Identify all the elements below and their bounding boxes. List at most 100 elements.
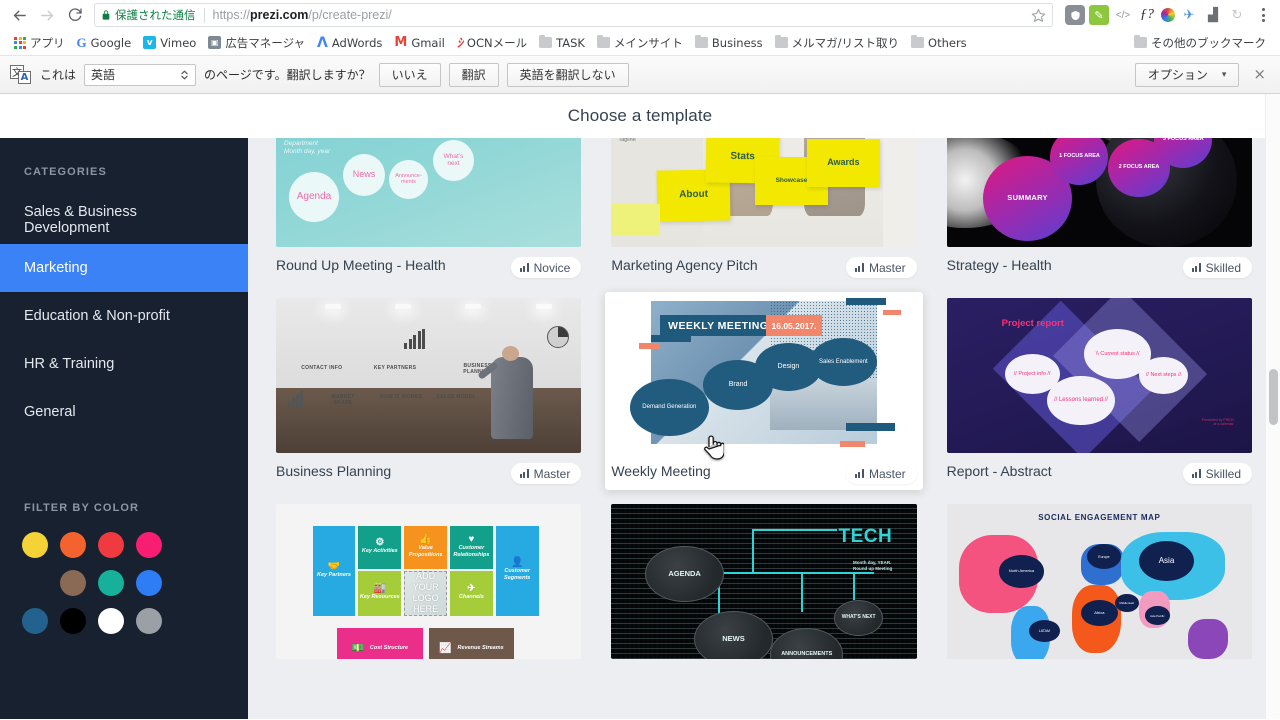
template-level-badge: Skilled: [1182, 257, 1252, 278]
tech-connector-vertical-3: [800, 572, 803, 613]
sidebar-item-hr-training[interactable]: HR & Training: [0, 340, 248, 388]
swatch-red[interactable]: [98, 532, 124, 558]
template-card-footer: Business Planning Master: [276, 453, 582, 484]
swatch-blue[interactable]: [136, 570, 162, 596]
thumb-circle-sales-enablement: Sales Enablement: [809, 338, 877, 387]
thumb-note-awards: Awards: [806, 138, 880, 187]
back-button[interactable]: [6, 2, 32, 28]
swatch-darkblue[interactable]: [22, 608, 48, 634]
bookmark-adwords[interactable]: Λ AdWords: [311, 32, 388, 54]
bookmark-folder-business[interactable]: Business: [689, 32, 769, 54]
translate-close-button[interactable]: ×: [1249, 67, 1270, 82]
template-card-strategy-health[interactable]: STRATEGY PLANNING Company DATE SUMMARY 1…: [946, 138, 1252, 278]
code-extension-icon[interactable]: </>: [1113, 5, 1133, 25]
wall-scribble-how-it-works: HOW IT WORKS: [380, 394, 423, 401]
template-card-round-up-meeting-health[interactable]: HEALTHCARE Weekly/Monthly Roundup Meetin…: [276, 138, 582, 278]
ceiling-light-icon: [395, 304, 412, 309]
bookmark-folder-others[interactable]: Others: [905, 32, 973, 54]
map-pin-asia-pacific: Asia Pacific: [1145, 606, 1170, 625]
template-card-social-engagement-map[interactable]: SOCIAL ENGAGEMENT MAP North America LATA…: [946, 504, 1252, 659]
colorpicker-extension-icon[interactable]: [1161, 8, 1175, 22]
swatch-orange[interactable]: [60, 532, 86, 558]
bookmark-apps[interactable]: アプリ: [8, 32, 71, 54]
swatch-yellow[interactable]: [22, 532, 48, 558]
swatch-brown[interactable]: [60, 570, 86, 596]
thumb-subtitle: Month day, YEAR. Round up Meeting: [852, 559, 893, 571]
template-thumbnail: Agency Pitch Company Name Tagline here A…: [611, 138, 917, 247]
bookmark-star-icon[interactable]: [1025, 8, 1046, 23]
canvas-logo-placeholder: ADD YOUR LOGO HERE: [404, 570, 447, 616]
refresh-extension-icon[interactable]: ↻: [1227, 5, 1247, 25]
evernote-extension-icon[interactable]: ✎: [1089, 5, 1109, 25]
canvas-cell-key-resources: 🏭 Key Resources: [358, 570, 402, 616]
template-card-business-planning[interactable]: CONTACT INFO KEY PARTNERS BUSINESS PLANN…: [276, 298, 582, 484]
heart-icon: ♥: [468, 533, 475, 545]
forward-button[interactable]: [34, 2, 60, 28]
template-thumbnail: SOCIAL ENGAGEMENT MAP North America LATA…: [946, 504, 1252, 659]
gear-icon: ⚙: [375, 537, 385, 549]
bookmark-folder-task[interactable]: TASK: [533, 32, 591, 54]
translate-options-button[interactable]: オプション ▾: [1134, 62, 1240, 87]
swatch-pink[interactable]: [136, 532, 162, 558]
template-card-marketing-agency-pitch[interactable]: Agency Pitch Company Name Tagline here A…: [611, 138, 917, 278]
bookmark-label: Others: [928, 35, 967, 50]
template-title: Business Planning: [276, 463, 392, 479]
sidebar-item-education-nonprofit[interactable]: Education & Non-profit: [0, 292, 248, 340]
bluebird-extension-icon[interactable]: ✈: [1179, 5, 1199, 25]
swatch-white[interactable]: [98, 608, 124, 634]
bookmark-ads-manager[interactable]: ▣ 広告マネージャ: [202, 32, 311, 54]
bookmark-google[interactable]: G Google: [71, 32, 138, 54]
template-card-report-abstract[interactable]: Project report // Project info // \\ Cur…: [946, 298, 1252, 484]
google-icon: G: [76, 34, 87, 50]
adwords-icon: Λ: [317, 34, 328, 51]
sidebar-item-marketing[interactable]: Marketing: [0, 244, 248, 292]
page-scrollbar[interactable]: [1265, 94, 1280, 719]
bookmark-label: 広告マネージャ: [225, 35, 306, 50]
template-title: Strategy - Health: [946, 257, 1052, 273]
ads-manager-icon: ▣: [208, 36, 222, 49]
swatch-gray[interactable]: [136, 608, 162, 634]
other-bookmarks-folder[interactable]: その他のブックマーク: [1128, 32, 1272, 54]
translate-no-button[interactable]: いいえ: [378, 62, 441, 87]
categories-heading: CATEGORIES: [24, 166, 107, 178]
shield-extension-icon[interactable]: [1065, 5, 1085, 25]
money-icon: 💵: [351, 642, 364, 654]
badge-label: Master: [868, 260, 906, 275]
template-card-footer: Strategy - Health Skilled: [947, 247, 1252, 278]
analytics-extension-icon[interactable]: ▟: [1203, 5, 1223, 25]
chrome-menu-button[interactable]: [1252, 3, 1274, 27]
growth-chart-icon: 📈: [439, 642, 452, 654]
sidebar-item-sales-business-development[interactable]: Sales & Business Development: [0, 196, 248, 244]
address-bar[interactable]: 保護された通信 https://prezi.com/p/create-prezi…: [94, 3, 1053, 27]
translate-options-label: オプション: [1147, 68, 1208, 82]
canvas-cell-customer-relationships: ♥ Customer Relationships: [450, 525, 493, 570]
bar-chart-icon: [854, 263, 864, 272]
translate-yes-button[interactable]: 翻訳: [448, 62, 499, 87]
bookmark-folder-mainsite[interactable]: メインサイト: [591, 32, 689, 54]
bar-chart-icon: [854, 469, 864, 478]
bookmark-folder-melmaga[interactable]: メルマガ/リスト取り: [769, 32, 905, 54]
gmail-icon: M: [394, 35, 408, 50]
reload-button[interactable]: [62, 2, 88, 28]
swatch-purple[interactable]: [22, 570, 48, 596]
thumb-department: Department Month day, year: [284, 140, 331, 155]
bookmark-vimeo[interactable]: v Vimeo: [137, 32, 202, 54]
swatch-teal[interactable]: [98, 570, 124, 596]
translate-language-select[interactable]: 英語: [84, 63, 197, 86]
bookmark-ocn-mail[interactable]: ｼ OCNメール: [451, 32, 533, 54]
never-translate-english-button[interactable]: 英語を翻訳しない: [506, 62, 629, 87]
thumb-orange-accent-2: [638, 342, 661, 349]
template-thumbnail: Project report // Project info // \\ Cur…: [946, 298, 1252, 453]
folder-icon: [774, 34, 788, 48]
template-card-footer: Report - Abstract Skilled: [947, 453, 1252, 484]
page-scrollbar-thumb[interactable]: [1269, 369, 1278, 425]
sidebar-item-general[interactable]: General: [0, 388, 248, 436]
thumb-note-blank-left: [611, 203, 661, 235]
bookmark-gmail[interactable]: M Gmail: [388, 32, 451, 54]
template-card-tech-roundup[interactable]: TECH Month day, YEAR. Round up Meeting A…: [611, 504, 917, 659]
template-card-weekly-meeting[interactable]: WEEKLY MEETING 16.05.2017. Brand Design …: [605, 292, 923, 490]
map-pin-europe: Europe: [1087, 544, 1121, 570]
swatch-black[interactable]: [60, 608, 86, 634]
fontface-extension-icon[interactable]: ƒ?: [1137, 5, 1157, 25]
template-card-business-model-canvas[interactable]: 🤝 Key Partners ⚙ Key Activities 👍 Value Pro…: [276, 504, 582, 659]
